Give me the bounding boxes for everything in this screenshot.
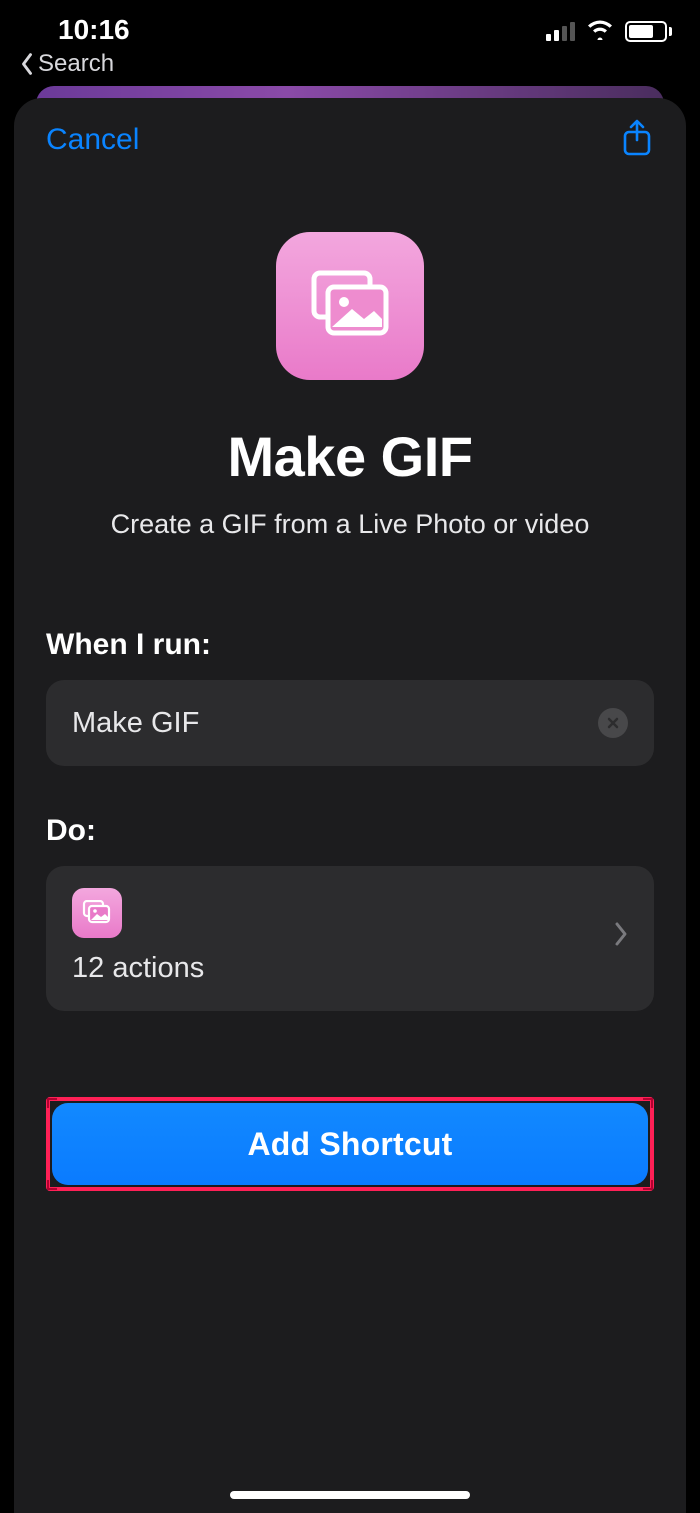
shortcut-name-field[interactable]: Make GIF: [46, 680, 654, 766]
status-right: [546, 15, 672, 47]
share-button[interactable]: [620, 118, 654, 163]
actions-count: 12 actions: [72, 952, 614, 985]
close-icon: [606, 716, 620, 730]
when-i-run-label: When I run:: [46, 628, 654, 662]
actions-row[interactable]: 12 actions: [46, 866, 654, 1011]
status-bar: 10:16: [0, 0, 700, 54]
phone-frame: 10:16 Search Cancel: [0, 0, 700, 1513]
wifi-icon: [585, 15, 615, 47]
chevron-left-icon: [20, 52, 34, 76]
shortcut-subtitle: Create a GIF from a Live Photo or video: [105, 509, 596, 540]
back-to-search[interactable]: Search: [20, 50, 114, 78]
shortcut-name-value: Make GIF: [72, 707, 598, 740]
add-shortcut-button[interactable]: Add Shortcut: [52, 1103, 648, 1185]
photos-icon: [82, 900, 112, 926]
chevron-right-icon: [614, 921, 628, 952]
home-indicator[interactable]: [230, 1491, 470, 1499]
shortcut-title: Make GIF: [228, 424, 473, 489]
clear-name-button[interactable]: [598, 708, 628, 738]
do-label: Do:: [46, 814, 654, 848]
cellular-signal-icon: [546, 21, 575, 41]
back-label: Search: [38, 50, 114, 78]
actions-mini-icon: [72, 888, 122, 938]
hero: Make GIF Create a GIF from a Live Photo …: [46, 232, 654, 540]
sheet-header: Cancel: [46, 98, 654, 182]
shortcut-sheet: Cancel Make GIF Create a GIF from a Live…: [14, 98, 686, 1513]
shortcut-app-icon: [276, 232, 424, 380]
battery-icon: [625, 21, 672, 42]
photos-icon: [308, 269, 392, 343]
status-time: 10:16: [58, 14, 130, 46]
cancel-button[interactable]: Cancel: [46, 123, 139, 157]
share-icon: [620, 118, 654, 158]
add-shortcut-highlight: Add Shortcut: [46, 1097, 654, 1191]
